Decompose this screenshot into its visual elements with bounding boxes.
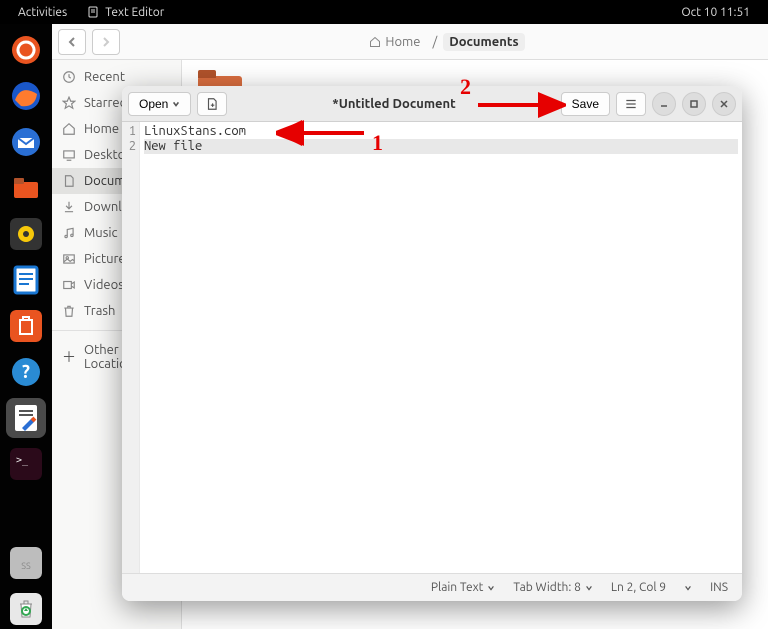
nav-forward-button[interactable] <box>92 29 120 55</box>
maximize-button[interactable] <box>682 92 706 116</box>
dock-trash[interactable] <box>6 589 46 629</box>
minimize-button[interactable] <box>652 92 676 116</box>
code-line-2: New file <box>144 139 738 154</box>
svg-text:SS: SS <box>21 561 31 571</box>
text-editor-window: Open *Untitled Document Save 12 LinuxSta… <box>122 86 742 601</box>
save-button[interactable]: Save <box>561 92 610 116</box>
insert-mode[interactable]: INS <box>710 581 728 594</box>
open-button[interactable]: Open <box>128 92 191 116</box>
chevron-down-icon <box>487 584 495 592</box>
breadcrumb-documents[interactable]: Documents <box>443 33 524 51</box>
new-tab-button[interactable] <box>197 92 227 116</box>
svg-text:>_: >_ <box>16 455 29 466</box>
sidebar-item-label: Videos <box>84 278 124 292</box>
trash-icon <box>62 304 76 318</box>
syntax-mode-selector[interactable]: Plain Text <box>431 581 496 594</box>
chevron-down-icon <box>172 100 180 108</box>
dock-terminal[interactable]: >_ <box>6 444 46 484</box>
dock-rhythmbox[interactable] <box>6 214 46 254</box>
gnome-top-panel: Activities Text Editor Oct 10 11:51 <box>0 0 768 24</box>
tab-width-selector[interactable]: Tab Width: 8 <box>513 581 592 594</box>
new-document-icon <box>205 97 219 111</box>
dock-thunderbird[interactable] <box>6 122 46 162</box>
clock-icon <box>62 70 76 84</box>
dock-unknown-app[interactable]: SS <box>6 543 46 583</box>
breadcrumb-home[interactable]: Home <box>363 33 426 51</box>
annotation-label-2: 2 <box>460 74 471 100</box>
text-editor-headerbar: Open *Untitled Document Save <box>122 86 742 122</box>
dock-text-editor[interactable] <box>6 398 46 438</box>
code-area[interactable]: LinuxStans.com New file <box>140 122 742 573</box>
sidebar-item-label: Home <box>84 122 119 136</box>
hamburger-menu-button[interactable] <box>616 92 646 116</box>
maximize-icon <box>689 99 699 109</box>
close-icon <box>719 99 729 109</box>
close-button[interactable] <box>712 92 736 116</box>
home-icon <box>369 36 381 48</box>
line-number-gutter: 12 <box>122 122 140 573</box>
dock-ubuntu-software[interactable] <box>6 306 46 346</box>
svg-text:?: ? <box>22 362 30 382</box>
sidebar-item-label: Trash <box>84 304 115 318</box>
pictures-icon <box>62 252 76 266</box>
breadcrumb: Home / Documents <box>126 33 762 51</box>
nav-back-button[interactable] <box>58 29 86 55</box>
activities-button[interactable]: Activities <box>8 6 77 19</box>
music-icon <box>62 226 76 240</box>
dock-libreoffice-writer[interactable] <box>6 260 46 300</box>
window-title: *Untitled Document <box>233 97 554 111</box>
ubuntu-dock: ? >_ SS <box>0 24 52 629</box>
breadcrumb-separator: / <box>432 35 437 49</box>
minimize-icon <box>659 99 669 109</box>
cursor-position: Ln 2, Col 9 <box>611 581 666 594</box>
desktop-icon <box>62 148 76 162</box>
dock-help[interactable]: ? <box>6 352 46 392</box>
plus-icon: ＋ <box>62 347 76 367</box>
files-toolbar: Home / Documents <box>52 24 768 60</box>
sidebar-item-label: Music <box>84 226 118 240</box>
dock-firefox[interactable] <box>6 76 46 116</box>
hamburger-icon <box>624 97 638 111</box>
text-editor-icon <box>87 6 99 18</box>
chevron-down-icon[interactable] <box>684 584 692 592</box>
chevron-down-icon <box>585 584 593 592</box>
annotation-label-1: 1 <box>372 130 383 156</box>
document-icon <box>62 174 76 188</box>
video-icon <box>62 278 76 292</box>
code-line-1: LinuxStans.com <box>144 124 246 138</box>
current-app-indicator[interactable]: Text Editor <box>77 6 174 19</box>
text-editor-body[interactable]: 12 LinuxStans.com New file <box>122 122 742 573</box>
sidebar-item-label: Recent <box>84 70 125 84</box>
clock[interactable]: Oct 10 11:51 <box>671 6 760 19</box>
home-icon <box>62 122 76 136</box>
text-editor-statusbar: Plain Text Tab Width: 8 Ln 2, Col 9 INS <box>122 573 742 601</box>
star-icon <box>62 96 76 110</box>
dock-software-updater[interactable] <box>6 30 46 70</box>
dock-files[interactable] <box>6 168 46 208</box>
sidebar-item-label: Starred <box>84 96 127 110</box>
download-icon <box>62 200 76 214</box>
